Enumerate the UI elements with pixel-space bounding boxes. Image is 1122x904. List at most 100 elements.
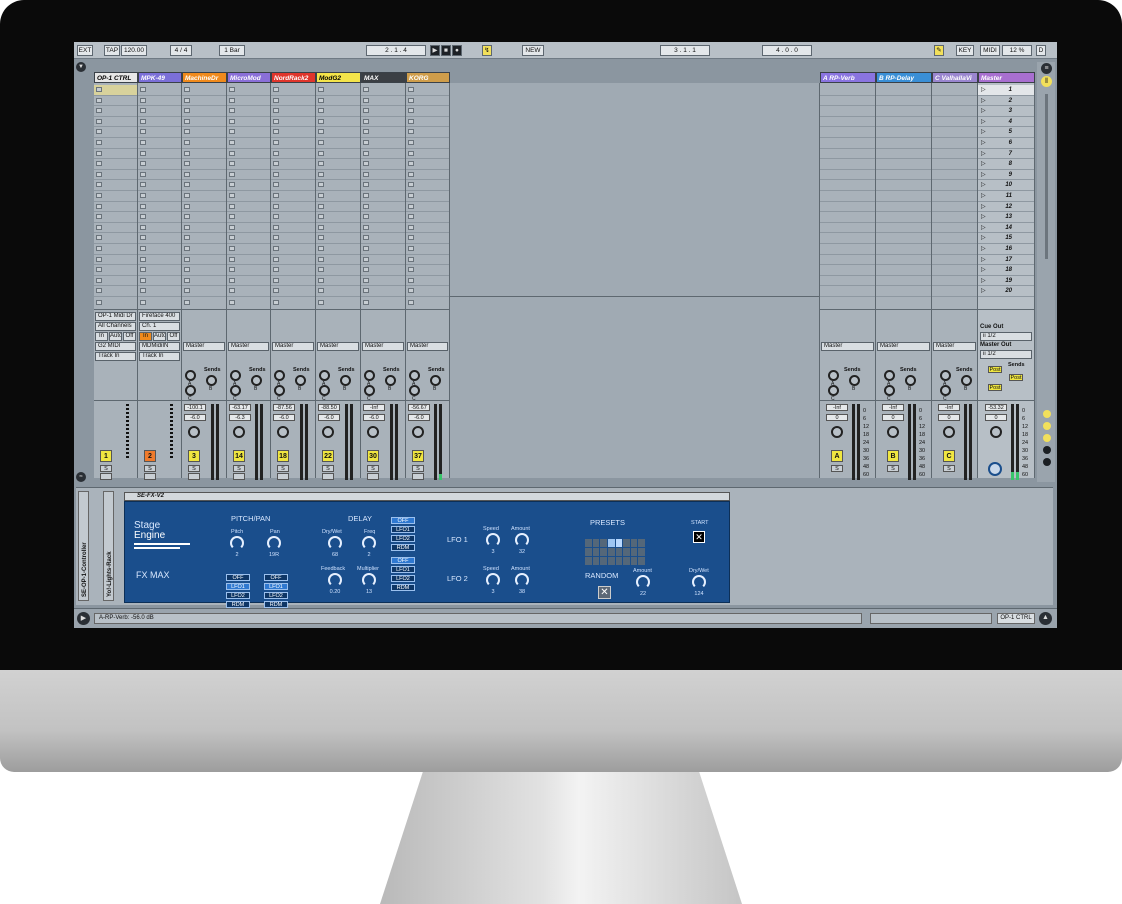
send-knob[interactable] xyxy=(430,375,441,386)
clip-slot[interactable] xyxy=(94,202,137,213)
clip-slot[interactable] xyxy=(316,85,360,96)
clip-slot[interactable] xyxy=(227,117,270,128)
track-header[interactable]: KORG xyxy=(406,72,450,83)
monitor-button[interactable]: Auto xyxy=(153,332,166,341)
crossfader-toggle-icon[interactable] xyxy=(1043,458,1051,466)
volume-readout[interactable]: -88.50 xyxy=(318,404,340,411)
clip-slot[interactable] xyxy=(227,286,270,297)
clip-slot[interactable] xyxy=(138,244,181,255)
clip-slot[interactable] xyxy=(138,85,181,96)
clip-slot[interactable] xyxy=(406,202,449,213)
clip-slot[interactable] xyxy=(94,233,137,244)
preset-slot[interactable] xyxy=(600,557,607,565)
master-volume-readout[interactable]: -53.32 xyxy=(985,404,1007,411)
monitor-button[interactable]: Auto xyxy=(109,332,122,341)
tempo-field[interactable]: 120.00 xyxy=(121,45,147,56)
scene-launch[interactable]: ▷ 15 xyxy=(978,233,1034,244)
clip-slot[interactable] xyxy=(94,85,137,96)
feedback-knob[interactable] xyxy=(328,573,342,587)
stop-icon[interactable]: ■ xyxy=(441,45,451,56)
clip-slot[interactable] xyxy=(182,191,226,202)
clip-slot[interactable] xyxy=(361,265,405,276)
return-activator[interactable]: A xyxy=(831,450,843,462)
preset-slot[interactable] xyxy=(630,548,638,556)
clip-slot[interactable] xyxy=(271,117,315,128)
new-button[interactable]: NEW xyxy=(522,45,544,56)
clip-slot[interactable] xyxy=(138,159,181,170)
mod-source-button[interactable]: OFF xyxy=(391,557,415,564)
mod-source-button[interactable]: RDM xyxy=(226,601,250,608)
clip-slot[interactable] xyxy=(406,106,449,117)
clip-slot[interactable] xyxy=(94,127,137,138)
solo-button[interactable]: S xyxy=(233,465,245,472)
track-header[interactable]: ModG2 xyxy=(316,72,361,83)
clip-slot[interactable] xyxy=(94,96,137,107)
stop-clips-icon[interactable] xyxy=(184,300,190,305)
send-knob[interactable] xyxy=(206,375,217,386)
solo-button[interactable]: S xyxy=(412,465,424,472)
mod-source-button[interactable]: RDM xyxy=(264,601,288,608)
stop-clips-icon[interactable] xyxy=(408,300,414,305)
return-activator[interactable]: B xyxy=(887,450,899,462)
mod-source-button[interactable]: LFO2 xyxy=(264,592,288,599)
preset-slot[interactable] xyxy=(615,557,623,565)
clip-slot[interactable] xyxy=(406,276,449,287)
pan-knob[interactable] xyxy=(267,536,281,550)
clip-slot[interactable] xyxy=(138,127,181,138)
send-knob[interactable] xyxy=(295,375,306,386)
preset-slot[interactable] xyxy=(592,548,600,556)
delay-freq-knob[interactable] xyxy=(362,536,376,550)
clip-slot[interactable] xyxy=(227,233,270,244)
track-header[interactable]: NordRack2 xyxy=(271,72,316,83)
send-knob[interactable] xyxy=(940,385,951,396)
mod-source-button[interactable]: LFO1 xyxy=(391,566,415,573)
scene-launch[interactable]: ▷ 11 xyxy=(978,191,1034,202)
preset-slot[interactable] xyxy=(585,539,592,547)
output-channel-dropdown[interactable]: Track In xyxy=(139,352,180,361)
arm-button[interactable] xyxy=(277,473,289,480)
mod-source-button[interactable]: LFO1 xyxy=(391,526,415,533)
clip-slot[interactable] xyxy=(316,202,360,213)
preset-slot[interactable] xyxy=(623,548,630,556)
clip-slot[interactable] xyxy=(227,170,270,181)
mod-source-button[interactable]: LFO2 xyxy=(391,575,415,582)
clip-slot[interactable] xyxy=(182,170,226,181)
mod-source-button[interactable]: RDM xyxy=(391,544,415,551)
device-titlebar[interactable]: SE-FX-V2 xyxy=(124,492,730,501)
clip-slot[interactable] xyxy=(94,117,137,128)
random-button[interactable]: ✕ xyxy=(598,586,611,599)
clip-slot[interactable] xyxy=(406,85,449,96)
pan-readout[interactable]: -6.3 xyxy=(229,414,251,421)
sends-toggle-icon[interactable] xyxy=(1043,422,1051,430)
send-knob[interactable] xyxy=(185,370,196,381)
clip-slot[interactable] xyxy=(361,286,405,297)
track-header[interactable]: MicroMod xyxy=(227,72,271,83)
stop-clips-icon[interactable] xyxy=(96,300,102,305)
scene-launch[interactable]: ▷ 2 xyxy=(978,96,1034,107)
tap-tempo-button[interactable]: TAP xyxy=(104,45,120,56)
clip-slot[interactable] xyxy=(227,202,270,213)
send-knob[interactable] xyxy=(849,375,860,386)
stop-clips-icon[interactable] xyxy=(140,300,146,305)
clip-slot[interactable] xyxy=(361,233,405,244)
clip-slot[interactable] xyxy=(182,255,226,266)
clip-slot[interactable] xyxy=(227,191,270,202)
clip-slot[interactable] xyxy=(138,180,181,191)
preset-grid[interactable] xyxy=(585,539,645,565)
pan-knob[interactable] xyxy=(367,426,379,438)
clip-slot[interactable] xyxy=(361,202,405,213)
clip-slot[interactable] xyxy=(271,149,315,160)
send-knob[interactable] xyxy=(961,375,972,386)
send-knob[interactable] xyxy=(319,385,330,396)
clip-slot[interactable] xyxy=(227,223,270,234)
solo-button[interactable]: S xyxy=(188,465,200,472)
mod-source-button[interactable]: LFO2 xyxy=(226,592,250,599)
clip-slot[interactable] xyxy=(361,96,405,107)
clip-slot[interactable] xyxy=(271,223,315,234)
pencil-icon[interactable]: ✎ xyxy=(934,45,944,56)
vertical-scrollbar[interactable] xyxy=(1045,94,1048,259)
clip-slot[interactable] xyxy=(406,233,449,244)
clip-slot[interactable] xyxy=(361,159,405,170)
scene-launch[interactable]: ▷ 19 xyxy=(978,276,1034,287)
clip-slot[interactable] xyxy=(271,96,315,107)
